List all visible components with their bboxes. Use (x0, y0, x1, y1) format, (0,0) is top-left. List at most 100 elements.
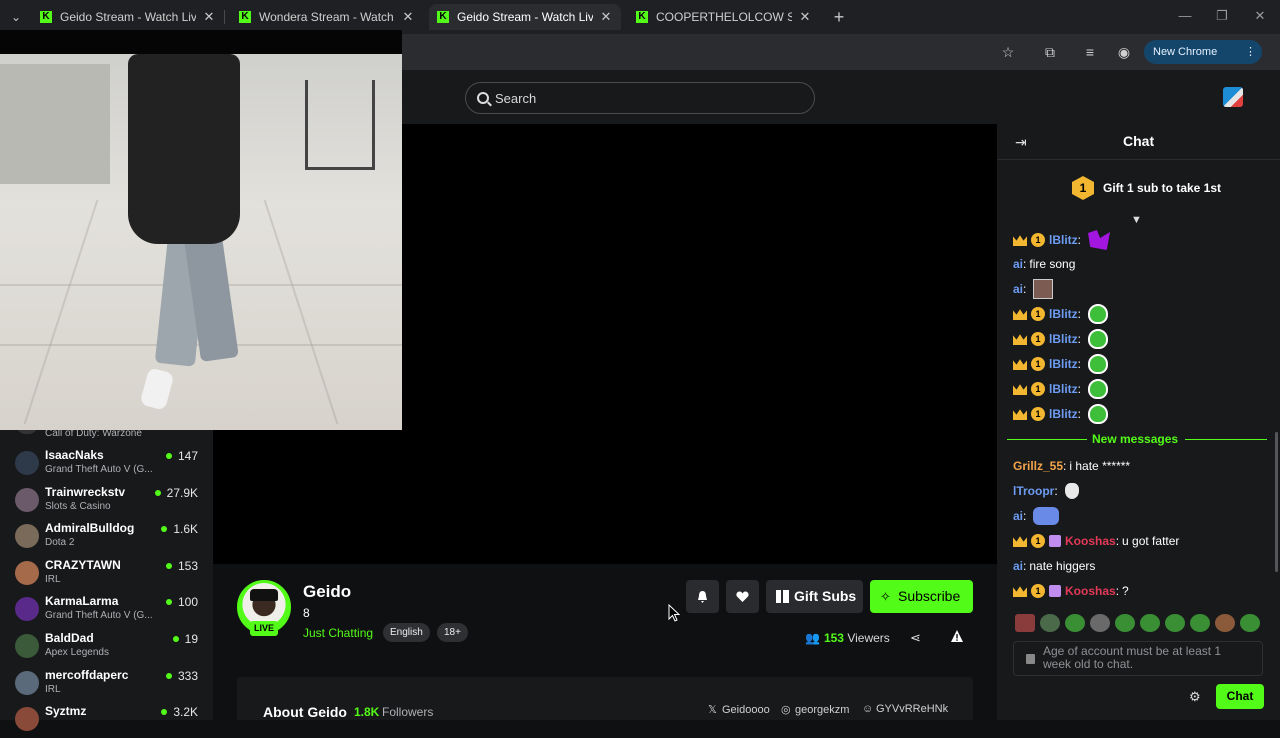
channel-avatar (15, 451, 39, 475)
chat-username[interactable]: lBlitz (1049, 332, 1078, 346)
chat-emote-image[interactable] (1088, 379, 1109, 399)
chat-message[interactable]: lTroopr: (1013, 480, 1079, 502)
channel-name-title[interactable]: Geido (303, 582, 351, 602)
tab-close-icon[interactable]: ✕ (798, 9, 812, 25)
chat-message[interactable]: 1 Kooshas:? (1013, 580, 1129, 602)
sidebar-channel-item[interactable]: Trainwreckstv Slots & Casino 27.9K (0, 483, 213, 519)
gift-subs-button[interactable]: Gift Subs (766, 580, 863, 613)
restore-button[interactable]: ❐ (1212, 8, 1232, 24)
chat-username[interactable]: lBlitz (1049, 357, 1078, 371)
report-warning-icon[interactable] (950, 629, 964, 643)
chat-username[interactable]: lBlitz (1049, 307, 1078, 321)
new-chrome-available-button[interactable]: New Chrome available ⋮ (1144, 40, 1262, 82)
window-close-button[interactable]: ✕ (1250, 8, 1270, 24)
stream-category-link[interactable]: Just Chatting (303, 626, 373, 640)
search-box[interactable] (465, 82, 815, 114)
more-options-icon[interactable]: ⋮ (1245, 40, 1256, 64)
chat-username[interactable]: Grillz_55 (1013, 459, 1063, 473)
chat-message[interactable]: ai: fire song (1013, 253, 1075, 275)
sidebar-channel-item[interactable]: BaldDad Apex Legends 19 (0, 629, 213, 665)
chat-username[interactable]: lBlitz (1049, 382, 1078, 396)
profile-icon[interactable]: ◉ (1114, 42, 1134, 62)
sidebar-channel-item[interactable]: mercoffdaperc IRL 333 (0, 666, 213, 702)
chat-message[interactable]: ai: (1013, 505, 1060, 527)
chat-username[interactable]: lBlitz (1049, 233, 1078, 247)
chat-message[interactable]: 1 lBlitz: (1013, 353, 1109, 375)
minimize-button[interactable]: — (1175, 8, 1195, 23)
extensions-icon[interactable]: ⧉ (1040, 42, 1060, 62)
tab-search-chevron-icon[interactable]: ⌄ (6, 7, 26, 27)
tab-close-icon[interactable]: ✕ (202, 9, 216, 25)
chat-username[interactable]: lTroopr (1013, 484, 1054, 498)
tag-pill[interactable]: English (383, 623, 430, 642)
chat-username[interactable]: ai (1013, 282, 1023, 296)
browser-tab-active[interactable]: K Geido Stream - Watch Live on Kick ✕ (429, 4, 621, 30)
tag-pill[interactable]: 18+ (437, 623, 468, 642)
sidebar-channel-item[interactable]: IsaacNaks Grand Theft Auto V (G... 147 (0, 446, 213, 482)
bookmark-star-icon[interactable]: ☆ (998, 42, 1018, 62)
emote-button[interactable] (1190, 614, 1210, 632)
share-icon[interactable]: ⋖ (910, 630, 921, 646)
chat-username[interactable]: Kooshas (1065, 584, 1116, 598)
pinned-collapse-icon[interactable]: ▼ (1131, 214, 1142, 226)
browser-tab[interactable]: K Geido Stream - Watch Live on Kick ✕ (32, 4, 225, 30)
chat-emote-image[interactable] (1088, 230, 1111, 250)
subscribe-button[interactable]: ✧ Subscribe (870, 580, 973, 613)
chat-username[interactable]: ai (1013, 257, 1023, 271)
chat-emote-image[interactable] (1064, 483, 1079, 499)
chat-username[interactable]: lBlitz (1049, 407, 1078, 421)
emote-button[interactable] (1015, 614, 1035, 632)
emote-button[interactable] (1165, 614, 1185, 632)
chat-message[interactable]: 1 lBlitz: (1013, 229, 1111, 251)
chat-input-field[interactable]: Age of account must be at least 1 week o… (1013, 641, 1263, 676)
emote-button[interactable] (1115, 614, 1135, 632)
social-link-x[interactable]: 𝕏 Geidoooo (708, 703, 770, 716)
new-tab-button[interactable]: + (830, 8, 848, 26)
notifications-bell-button[interactable] (686, 580, 719, 613)
emote-button[interactable] (1215, 614, 1235, 632)
chat-message[interactable]: ai: nate higgers (1013, 555, 1095, 577)
chat-message[interactable]: Grillz_55: i hate ****** (1013, 455, 1130, 477)
browser-tab[interactable]: K COOPERTHELOLCOW Stream - Watch Live on… (628, 4, 820, 30)
sidebar-channel-item[interactable]: Syztmz 3.2K (0, 702, 213, 738)
follow-heart-button[interactable] (726, 580, 759, 613)
chat-emote-image[interactable] (1088, 304, 1109, 324)
chat-message[interactable]: 1 lBlitz: (1013, 378, 1109, 400)
emote-button[interactable] (1240, 614, 1260, 632)
chat-emote-image[interactable] (1033, 507, 1060, 525)
media-controls-icon[interactable]: ≡ (1080, 42, 1100, 62)
sidebar-channel-item[interactable]: KarmaLarma Grand Theft Auto V (G... 100 (0, 592, 213, 628)
emote-button[interactable] (1040, 614, 1060, 632)
chat-username[interactable]: Kooshas (1065, 534, 1116, 548)
social-link-discord[interactable]: ☺ GYVvRReHNk (862, 703, 948, 715)
sidebar-channel-item[interactable]: AdmiralBulldog Dota 2 1.6K (0, 519, 213, 555)
chat-message[interactable]: 1 Kooshas: u got fatter (1013, 530, 1179, 552)
social-link-instagram[interactable]: ◎ georgekzm (781, 703, 849, 716)
chat-message[interactable]: 1 lBlitz: (1013, 328, 1109, 350)
chat-emote-image[interactable] (1088, 329, 1109, 349)
user-avatar[interactable] (1223, 87, 1243, 107)
tab-close-icon[interactable]: ✕ (401, 9, 415, 25)
search-input[interactable] (495, 90, 795, 106)
emote-button[interactable] (1090, 614, 1110, 632)
chat-emote-image[interactable] (1088, 354, 1109, 374)
chat-emote-image[interactable] (1033, 279, 1054, 299)
chat-send-button[interactable]: Chat (1216, 684, 1264, 709)
browser-tab[interactable]: K Wondera Stream - Watch Live on Kick ✕ (231, 4, 423, 30)
chat-message[interactable]: 1 lBlitz: (1013, 403, 1109, 425)
chat-message[interactable]: 1 lBlitz: (1013, 303, 1109, 325)
chat-message[interactable]: ai: (1013, 278, 1054, 300)
collapse-chat-icon[interactable]: ⇥ (1015, 134, 1027, 151)
chat-username[interactable]: ai (1013, 509, 1023, 523)
picture-in-picture-video[interactable] (0, 30, 402, 430)
sidebar-channel-item[interactable]: CRAZYTAWN IRL 153 (0, 556, 213, 592)
chat-emote-image[interactable] (1088, 404, 1109, 424)
chat-colon: : (1115, 584, 1120, 598)
emote-button[interactable] (1140, 614, 1160, 632)
chat-scrollbar[interactable] (1275, 432, 1278, 572)
new-messages-divider[interactable]: New messages (1007, 432, 1267, 448)
emote-button[interactable] (1065, 614, 1085, 632)
chat-settings-gear-icon[interactable]: ⚙ (1189, 689, 1201, 705)
tab-close-icon[interactable]: ✕ (599, 9, 613, 25)
chat-username[interactable]: ai (1013, 559, 1023, 573)
